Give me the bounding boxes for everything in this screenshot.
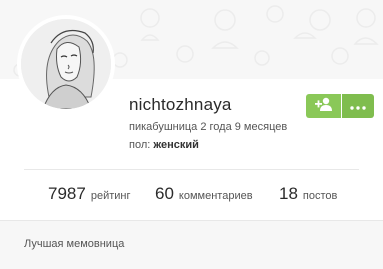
divider [24,169,359,170]
gender-label: пол: [129,139,151,151]
rating-value: 7987 [48,184,86,203]
posts-value: 18 [279,184,298,203]
more-button[interactable] [342,94,374,118]
posts-label: постов [302,190,338,202]
username: nichtozhnaya [129,95,232,114]
subscribe-button[interactable] [306,94,341,118]
avatar[interactable] [17,15,115,113]
stat-rating: 7987 рейтинг [48,184,130,204]
award-text: Лучшая мемовница [24,238,125,250]
profile-stats: 7987 рейтинг 60 комментариев 18 постов [0,184,383,206]
stat-comments[interactable]: 60 комментариев [155,184,253,204]
gender-line: пол: женский [129,139,199,151]
stat-posts[interactable]: 18 постов [279,184,337,204]
add-user-icon [314,97,333,116]
comments-label: комментариев [178,190,253,202]
more-dots-icon [350,97,366,115]
profile-actions [306,94,374,118]
rating-label: рейтинг [90,190,131,202]
gender-value: женский [153,139,199,151]
avatar-image [21,19,111,109]
member-since: пикабушница 2 года 9 месяцев [129,121,288,133]
comments-value: 60 [155,184,174,203]
